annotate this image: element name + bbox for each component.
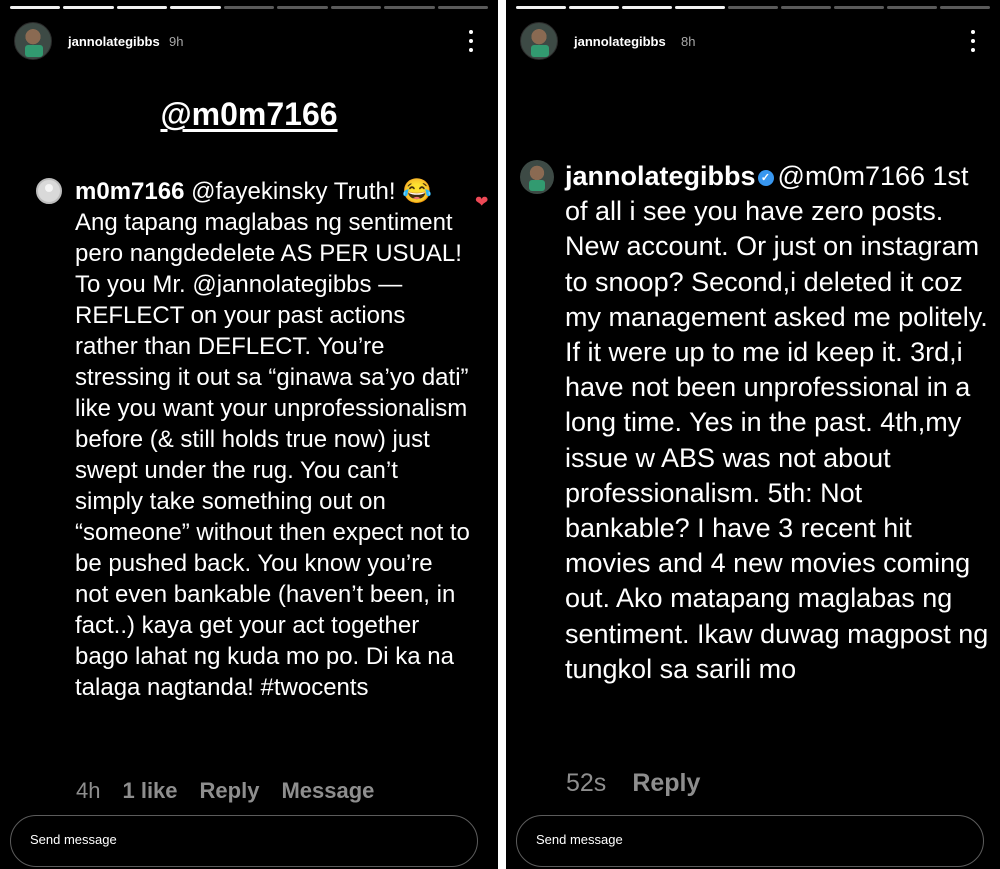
story-header: jannolategibbs 8h [520, 22, 986, 62]
reply-mention[interactable]: @m0m7166 [778, 161, 925, 191]
commenter-username[interactable]: m0m7166 [75, 178, 184, 205]
progress-segment [277, 6, 328, 9]
story-username[interactable]: jannolategibbs [68, 34, 160, 49]
more-options-icon[interactable] [468, 30, 474, 52]
reply-username[interactable]: jannolategibbs [565, 161, 756, 191]
progress-segment [887, 6, 937, 9]
progress-segment [728, 6, 778, 9]
progress-segment [940, 6, 990, 9]
comment-time: 4h [76, 778, 101, 803]
more-options-icon[interactable] [970, 30, 976, 52]
progress-segment [10, 6, 61, 9]
story-time: 8h [681, 34, 696, 49]
send-message-input[interactable]: Send message [516, 815, 984, 867]
commenter-avatar[interactable] [36, 178, 62, 204]
reply-meta: 52s Reply [566, 769, 700, 798]
progress-segment [223, 6, 275, 9]
mention-sticker[interactable]: @m0m7166 [0, 96, 498, 133]
progress-segment [63, 6, 114, 9]
send-message-input[interactable]: Send message [10, 815, 478, 867]
story-progress-bar [516, 6, 990, 9]
progress-segment [437, 6, 488, 9]
comment-body: m0m7166 @fayekinsky Truth! 😂 Ang tapang … [75, 176, 470, 703]
reply-text: 1st of all i see you have zero posts. Ne… [565, 161, 989, 684]
progress-segment [569, 6, 619, 9]
progress-segment [834, 6, 884, 9]
likes-count[interactable]: 1 like [122, 778, 177, 804]
progress-segment [116, 6, 168, 9]
progress-segment [675, 6, 725, 9]
verified-badge-icon: ✓ [757, 169, 774, 186]
story-time: 9h [169, 34, 184, 49]
story-username[interactable]: jannolategibbs [574, 34, 666, 49]
story-header: jannolategibbs 9h [14, 22, 484, 62]
progress-segment [622, 6, 672, 9]
story-progress-bar [10, 6, 488, 9]
progress-segment [330, 6, 382, 9]
comment-text: @fayekinsky Truth! 😂 Ang tapang maglabas… [75, 178, 470, 701]
reply-link[interactable]: Reply [200, 778, 260, 804]
reply-time: 52s [566, 769, 607, 797]
progress-segment [384, 6, 435, 9]
reply-avatar[interactable] [520, 160, 554, 194]
story-panel-right: jannolategibbs 8h jannolategibbs ✓ @m0m716… [506, 0, 1000, 869]
reply-link[interactable]: Reply [632, 769, 700, 798]
message-link[interactable]: Message [281, 778, 374, 804]
reply-body: jannolategibbs ✓ @m0m7166 1st of all i see… [565, 159, 990, 687]
avatar[interactable] [14, 22, 52, 60]
send-message-placeholder: Send message [536, 832, 623, 847]
comment-meta: 4h 1 like Reply Message [76, 778, 374, 804]
heart-icon[interactable]: ❤ [475, 192, 488, 212]
progress-segment [516, 6, 566, 9]
progress-segment [170, 6, 221, 9]
story-panel-left: jannolategibbs 9h @m0m7166 m0m7166 @faye… [0, 0, 498, 869]
avatar[interactable] [520, 22, 558, 60]
progress-segment [781, 6, 831, 9]
send-message-placeholder: Send message [30, 832, 117, 847]
